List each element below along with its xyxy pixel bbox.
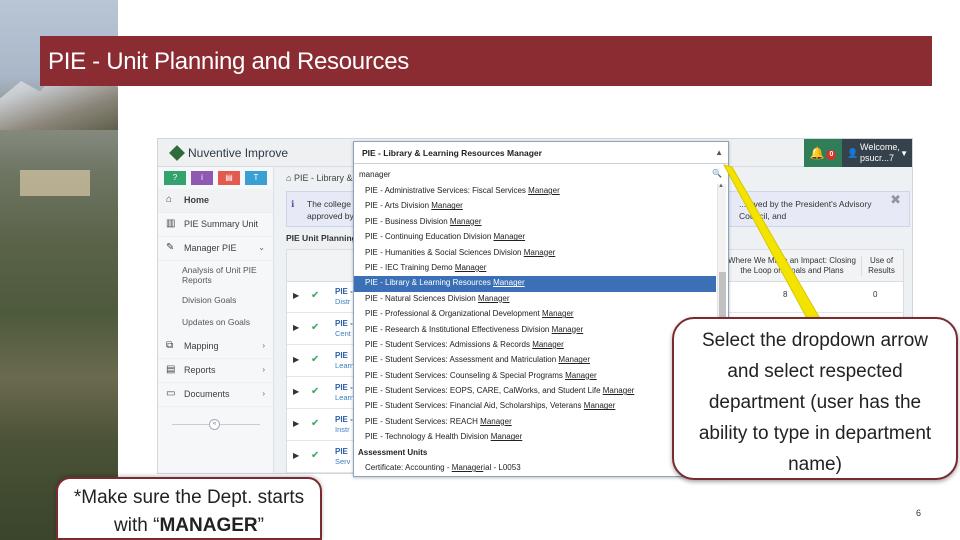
pointer-line xyxy=(723,164,823,325)
note-suffix: ” xyxy=(257,515,264,536)
manager-note: *Make sure the Dept. starts with “MANAGE… xyxy=(56,477,322,540)
instruction-callout: Select the dropdown arrow and select res… xyxy=(672,317,958,480)
slide: PIE - Unit Planning and Resources Nuvent… xyxy=(0,0,960,540)
callout-text: Select the dropdown arrow and select res… xyxy=(698,330,932,475)
note-bold-text: MANAGER xyxy=(159,515,258,536)
